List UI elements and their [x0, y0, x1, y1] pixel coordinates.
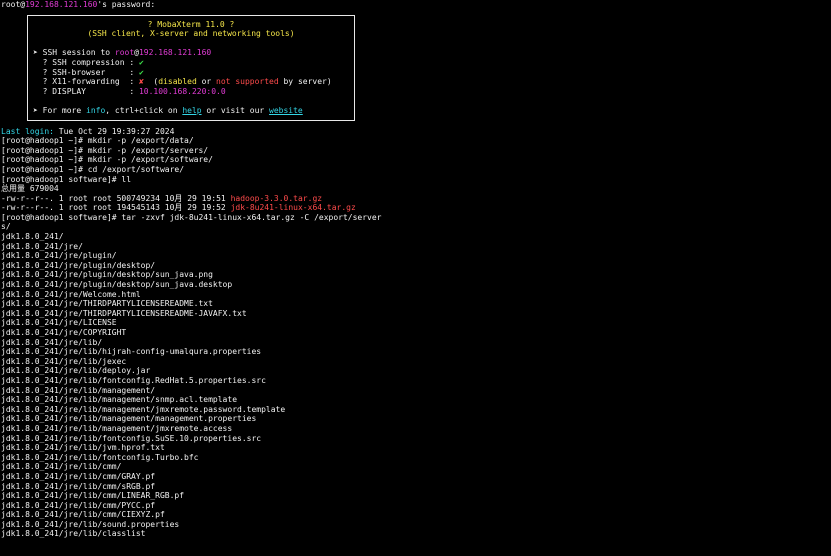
banner-compression-line: ? SSH compression : ✔ [42, 57, 144, 67]
mobaxterm-banner: ? MobaXterm 11.0 ? (SSH client, X-server… [27, 14, 355, 121]
command-line: [root@hadoop1 ~]# mkdir -p /export/serve… [1, 145, 209, 155]
banner-display-line: ? DISPLAY : 10.100.168.220:0.0 [42, 86, 226, 96]
output-line: jdk1.8.0_241/jre/plugin/ [1, 251, 117, 261]
banner-session-line: ➤ SSH session to root@192.168.121.160 [33, 48, 212, 58]
output-line: jdk1.8.0_241/jre/lib/fontconfig.SuSE.10.… [1, 433, 262, 443]
output-line: jdk1.8.0_241/jre/lib/management/jmxremot… [1, 404, 286, 414]
prompt-host: 192.168.121.160 [25, 0, 98, 9]
help-link[interactable]: help [182, 106, 201, 115]
banner-x11-line: ? X11-forwarding : ✘ (disabled or not su… [42, 77, 332, 87]
output-line: jdk1.8.0_241/jre/plugin/desktop/sun_java… [1, 270, 213, 280]
total-size-line: 总用量 679004 [1, 184, 59, 194]
output-line: jdk1.8.0_241/jre/plugin/desktop/sun_java… [1, 280, 233, 290]
website-link[interactable]: website [269, 106, 303, 115]
output-line: jdk1.8.0_241/jre/lib/jvm.hprof.txt [1, 443, 165, 453]
output-line: jdk1.8.0_241/jre/plugin/desktop/ [1, 260, 156, 270]
output-line: jdk1.8.0_241/jre/lib/classlist [1, 529, 146, 539]
prompt-user: root [1, 0, 21, 9]
output-line: jdk1.8.0_241/jre/lib/management/snmp.acl… [1, 395, 238, 405]
command-line: [root@hadoop1 ~]# mkdir -p /export/data/ [1, 136, 194, 146]
check-icon: ✔ [138, 67, 144, 77]
output-line: jdk1.8.0_241/jre/lib/cmm/LINEAR_RGB.pf [1, 491, 185, 501]
tar-command-line: [root@hadoop1 software]# tar -zxvf jdk-8… [1, 212, 382, 222]
output-line: jdk1.8.0_241/jre/lib/cmm/ [1, 462, 122, 472]
banner-subtitle: (SSH client, X-server and networking too… [87, 29, 295, 39]
output-line: jdk1.8.0_241/jre/COPYRIGHT [1, 328, 127, 337]
tar-output: jdk1.8.0_241/jdk1.8.0_241/jre/jdk1.8.0_2… [0, 232, 831, 539]
output-line: jdk1.8.0_241/jre/lib/cmm/GRAY.pf [1, 471, 156, 481]
output-line: jdk1.8.0_241/jre/lib/hijrah-config-umalq… [1, 347, 262, 357]
session-user: root [114, 48, 135, 58]
prompt-suffix: 's password: [97, 0, 156, 9]
output-line: jdk1.8.0_241/jre/lib/fontconfig.RedHat.5… [1, 375, 266, 385]
tar-command-wrap: s/ [1, 222, 11, 232]
command-line: [root@hadoop1 ~]# cd /export/software/ [1, 164, 185, 174]
last-login-label: Last login: [1, 126, 54, 136]
last-login-line: Last login: Tue Oct 29 19:39:27 2024 [0, 127, 831, 137]
output-line: jdk1.8.0_241/jre/LICENSE [1, 318, 117, 328]
password-prompt-line: root@192.168.121.160's password: [0, 0, 831, 10]
command-line: [root@hadoop1 ~]# mkdir -p /export/softw… [1, 155, 213, 165]
banner-browser-line: ? SSH-browser : ✔ [42, 67, 144, 77]
output-line: jdk1.8.0_241/jre/THIRDPARTYLICENSEREADME… [1, 299, 213, 309]
output-line: jdk1.8.0_241/ [1, 232, 64, 242]
display-value: 10.100.168.220:0.0 [138, 86, 226, 96]
output-line: jdk1.8.0_241/jre/THIRDPARTYLICENSEREADME… [1, 308, 247, 318]
archive-filename: hadoop-3.3.0.tar.gz [230, 193, 323, 203]
output-line: jdk1.8.0_241/jre/lib/cmm/PYCC.pf [1, 500, 156, 510]
file-listing-row: -rw-r--r--. 1 root root 500749234 10月 29… [1, 193, 323, 203]
output-line: jdk1.8.0_241/jre/lib/cmm/CIEXYZ.pf [1, 510, 165, 520]
output-line: jdk1.8.0_241/jre/lib/management/ [1, 385, 156, 395]
output-line: jdk1.8.0_241/jre/lib/cmm/sRGB.pf [1, 481, 156, 491]
output-line: jdk1.8.0_241/jre/lib/sound.properties [1, 519, 180, 529]
output-line: jdk1.8.0_241/jre/lib/management/manageme… [1, 414, 257, 424]
command-line: [root@hadoop1 software]# ll [1, 174, 132, 184]
check-icon: ✔ [138, 57, 144, 67]
last-login-value: Tue Oct 29 19:39:27 2024 [53, 126, 175, 136]
output-line: jdk1.8.0_241/jre/lib/management/jmxremot… [1, 423, 233, 433]
output-line: jdk1.8.0_241/jre/lib/fontconfig.Turbo.bf… [1, 452, 199, 462]
output-line: jdk1.8.0_241/jre/lib/ [1, 337, 103, 347]
terminal-window[interactable]: root@192.168.121.160's password: ? MobaX… [0, 0, 831, 556]
output-line: jdk1.8.0_241/jre/lib/jexec [1, 356, 127, 366]
output-line: jdk1.8.0_241/jre/lib/deploy.jar [1, 366, 151, 376]
archive-filename: jdk-8u241-linux-x64.tar.gz [230, 203, 356, 213]
output-line: jdk1.8.0_241/jre/Welcome.html [1, 289, 141, 299]
banner-title: ? MobaXterm 11.0 ? [147, 19, 235, 29]
info-link[interactable]: info [86, 106, 105, 115]
output-line: jdk1.8.0_241/jre/ [1, 241, 83, 251]
session-host: 192.168.121.160 [138, 48, 212, 58]
file-listing-row: -rw-r--r--. 1 root root 194545143 10月 29… [1, 203, 356, 213]
x11-not-supported-text: not supported [216, 77, 279, 87]
x11-disabled-text: disabled [158, 77, 197, 87]
banner-more-line: ➤ For more info, ctrl+click on help or v… [33, 105, 303, 115]
